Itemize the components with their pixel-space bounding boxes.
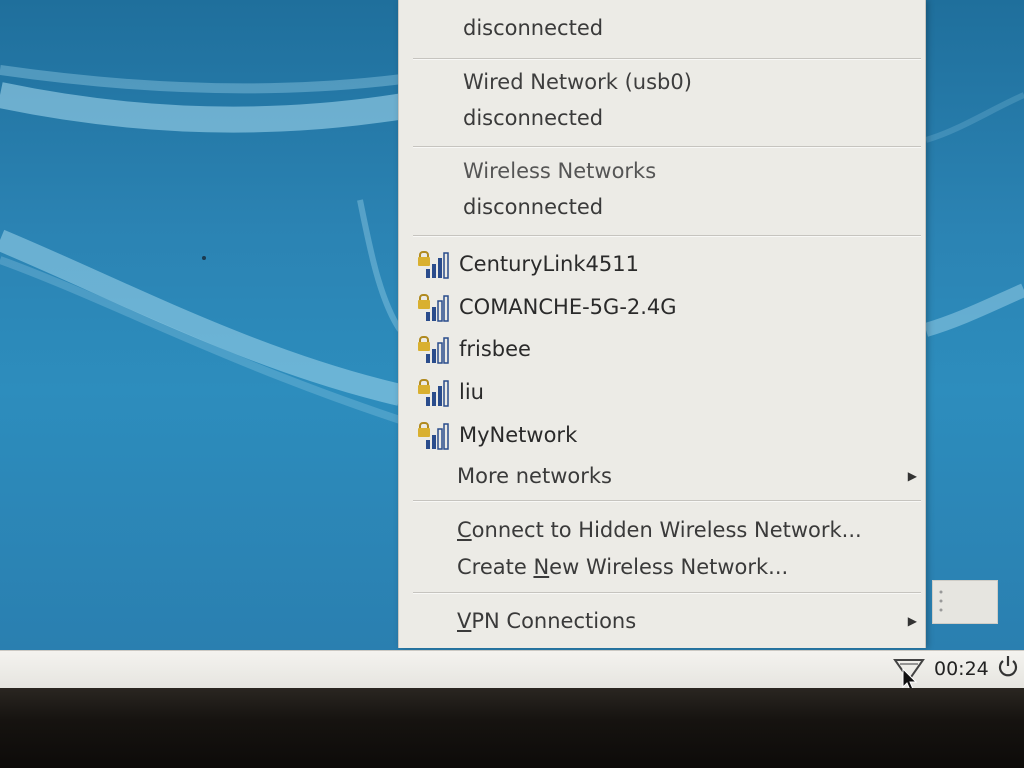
wired-eth0-status-text: disconnected	[463, 16, 604, 40]
wired-usb0-status: Wired Network (usb0) disconnected	[463, 64, 692, 136]
network-item-centurylink4511[interactable]: CenturyLink4511	[399, 244, 927, 284]
secure-wifi-signal-icon	[418, 422, 449, 450]
submenu-arrow-icon: ▶	[907, 614, 917, 628]
panel-clock[interactable]: 00:24	[934, 658, 989, 680]
secure-wifi-signal-icon	[418, 251, 449, 279]
network-name: frisbee	[459, 337, 531, 361]
connect-hidden-rest: onnect to Hidden Wireless Network...	[471, 518, 862, 542]
wired-usb0-title: Wired Network (usb0)	[463, 70, 692, 94]
create-new-network-label: Create New Wireless Network...	[457, 555, 788, 579]
more-networks-submenu[interactable]: More networks ▶	[399, 456, 927, 496]
monitor-bezel	[0, 688, 1024, 768]
connect-hidden-network-label: Connect to Hidden Wireless Network...	[457, 518, 862, 542]
network-item-frisbee[interactable]: frisbee	[399, 329, 927, 369]
submenu-arrow-icon: ▶	[907, 469, 917, 483]
wireless-status-text: disconnected	[463, 195, 604, 219]
network-name: CenturyLink4511	[459, 252, 639, 276]
separator	[413, 58, 921, 60]
separator	[413, 146, 921, 148]
secure-wifi-signal-icon	[418, 336, 449, 364]
wired-eth0-status: disconnected	[463, 10, 603, 46]
network-name: COMANCHE-5G-2.4G	[459, 295, 677, 319]
connect-hidden-network-item[interactable]: Connect to Hidden Wireless Network...	[399, 510, 927, 550]
notification-bubble[interactable]	[932, 580, 998, 624]
more-networks-label: More networks	[457, 464, 612, 488]
network-name: MyNetwork	[459, 423, 578, 447]
create-new-network-item[interactable]: Create New Wireless Network...	[399, 547, 927, 587]
vpn-connections-label: VPN Connections	[457, 609, 636, 633]
mnemonic-v: V	[457, 609, 472, 633]
wireless-title: Wireless Networks	[463, 159, 657, 183]
drag-handle-icon	[939, 590, 943, 612]
mnemonic-n: N	[533, 555, 550, 579]
separator	[413, 235, 921, 237]
bottom-panel	[0, 650, 1024, 688]
create-part-b: ew Wireless Network...	[549, 555, 789, 579]
vpn-rest: PN Connections	[471, 609, 637, 633]
power-icon[interactable]	[996, 654, 1020, 680]
network-item-liu[interactable]: liu	[399, 372, 927, 412]
wireless-status: Wireless Networks disconnected	[463, 153, 656, 225]
wired-usb0-status-text: disconnected	[463, 106, 604, 130]
network-menu: disconnected Wired Network (usb0) discon…	[398, 0, 926, 648]
mnemonic-c: C	[457, 518, 472, 542]
vpn-connections-submenu[interactable]: VPN Connections ▶	[399, 601, 927, 641]
create-part-a: Create	[457, 555, 534, 579]
separator	[413, 592, 921, 594]
secure-wifi-signal-icon	[418, 294, 449, 322]
separator	[413, 500, 921, 502]
secure-wifi-signal-icon	[418, 379, 449, 407]
network-name: liu	[459, 380, 484, 404]
network-item-comanche[interactable]: COMANCHE-5G-2.4G	[399, 287, 927, 327]
network-item-mynetwork[interactable]: MyNetwork	[399, 415, 927, 455]
